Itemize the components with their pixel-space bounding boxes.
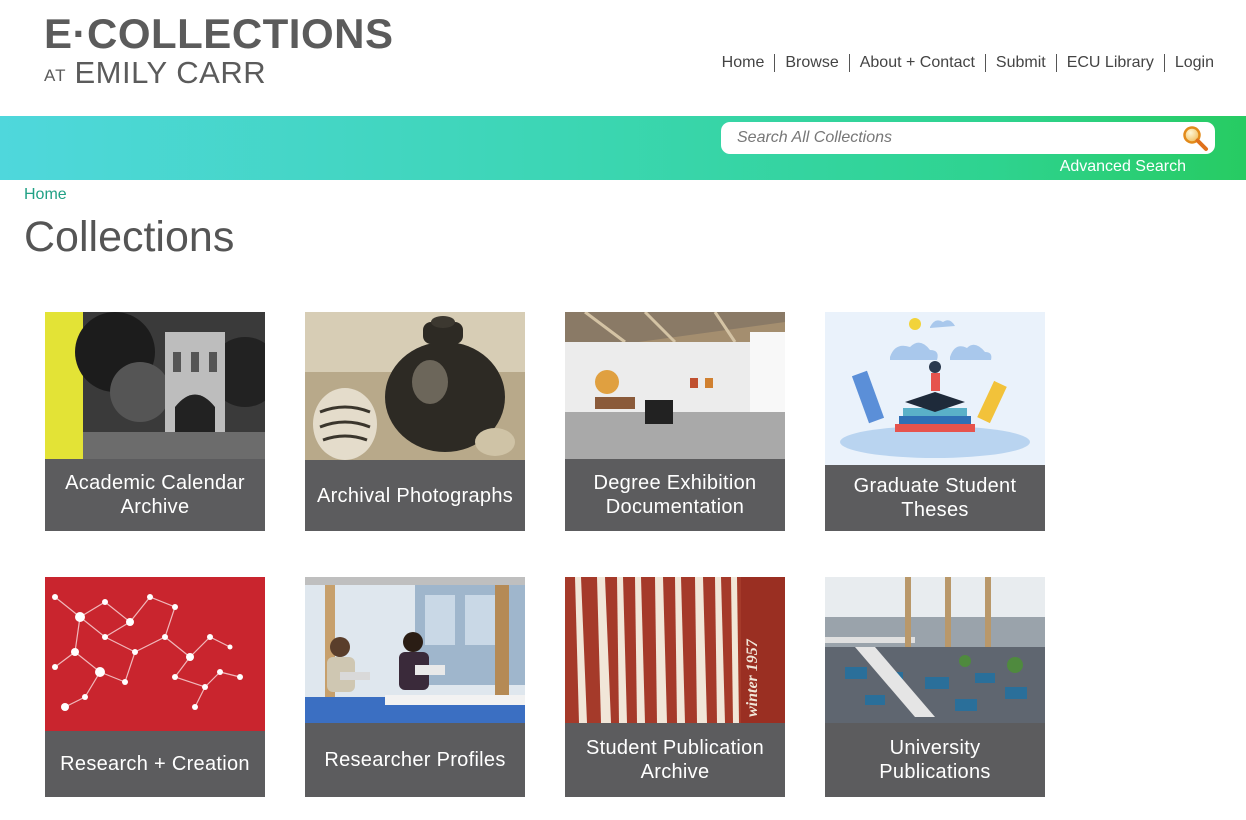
collection-card-university-publications[interactable]: University Publications xyxy=(825,577,1045,797)
nav-home[interactable]: Home xyxy=(712,54,775,72)
logo-subtitle: AT EMILY CARR xyxy=(44,55,394,94)
collection-label: Academic Calendar Archive xyxy=(45,459,265,531)
collection-label: Student Publication Archive xyxy=(565,723,785,797)
graduate-theses-thumbnail xyxy=(825,312,1045,465)
collection-card-researcher-profiles[interactable]: Researcher Profiles xyxy=(305,577,525,797)
top-navigation: Home Browse About + Contact Submit ECU L… xyxy=(712,54,1214,72)
logo-at: AT xyxy=(44,66,67,85)
nav-about-contact[interactable]: About + Contact xyxy=(848,54,985,72)
collection-label: University Publications xyxy=(825,723,1045,797)
collection-card-graduate-theses[interactable]: Graduate Student Theses xyxy=(825,312,1045,531)
search-band: Advanced Search xyxy=(0,116,1246,180)
cover-text: winter 1957 xyxy=(744,638,761,717)
collection-label: Research + Creation xyxy=(45,731,265,797)
degree-exhibition-thumbnail xyxy=(565,312,785,459)
student-publication-thumbnail: winter 1957 xyxy=(565,577,785,723)
search-input[interactable] xyxy=(735,128,1175,148)
breadcrumb-home[interactable]: Home xyxy=(24,186,67,204)
collection-card-archival-photographs[interactable]: Archival Photographs xyxy=(305,312,525,531)
advanced-search-link[interactable]: Advanced Search xyxy=(1060,158,1186,176)
magnifier-icon xyxy=(1183,126,1208,151)
collection-label: Researcher Profiles xyxy=(305,723,525,797)
search-button[interactable] xyxy=(1175,122,1215,154)
logo-title: E·COLLECTIONS xyxy=(44,10,394,57)
researcher-profiles-thumbnail xyxy=(305,577,525,723)
collection-card-academic-calendar[interactable]: Academic Calendar Archive xyxy=(45,312,265,531)
logo-name: EMILY CARR xyxy=(74,55,267,90)
nav-ecu-library[interactable]: ECU Library xyxy=(1055,54,1164,72)
collection-label: Graduate Student Theses xyxy=(825,465,1045,531)
academic-calendar-thumbnail xyxy=(45,312,265,459)
nav-browse[interactable]: Browse xyxy=(774,54,848,72)
research-creation-thumbnail xyxy=(45,577,265,731)
university-publications-thumbnail xyxy=(825,577,1045,723)
site-logo[interactable]: E·COLLECTIONS AT EMILY CARR xyxy=(44,12,394,94)
archival-photographs-thumbnail xyxy=(305,312,525,460)
page-title: Collections xyxy=(24,213,235,261)
nav-submit[interactable]: Submit xyxy=(984,54,1056,72)
collection-card-student-publication[interactable]: winter 1957 Student Publication Archive xyxy=(565,577,785,797)
collection-card-degree-exhibition[interactable]: Degree Exhibition Documentation xyxy=(565,312,785,531)
collection-card-research-creation[interactable]: Research + Creation xyxy=(45,577,265,797)
nav-login[interactable]: Login xyxy=(1163,54,1214,72)
collection-label: Degree Exhibition Documentation xyxy=(565,459,785,531)
collection-label: Archival Photographs xyxy=(305,460,525,531)
search-box xyxy=(721,122,1215,154)
